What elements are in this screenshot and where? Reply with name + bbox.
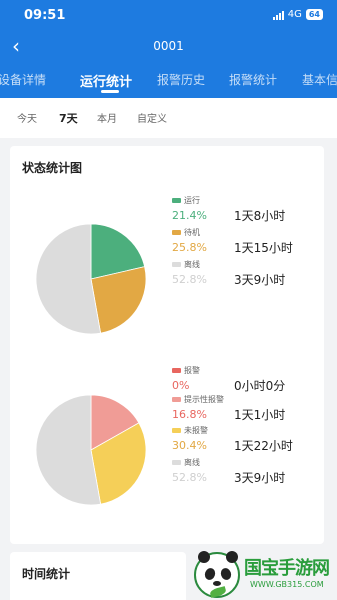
legend-name: 提示性报警 xyxy=(184,395,224,404)
status-indicators: 4G 64 xyxy=(272,9,323,20)
legend-duration: 1天22小时 xyxy=(234,439,293,453)
filter-custom[interactable]: 自定义 xyxy=(137,110,167,125)
legend-swatch-standby xyxy=(172,230,181,235)
battery-icon: 64 xyxy=(305,9,323,20)
active-tab-indicator xyxy=(101,90,119,93)
legend-item-offline: 离线 52.8% 3天9小时 xyxy=(172,260,322,296)
watermark-text: 国宝手游网 xyxy=(244,558,330,579)
legend-name: 待机 xyxy=(184,228,200,237)
panda-logo-icon xyxy=(194,551,240,598)
legend-percent: 0% xyxy=(172,379,190,392)
legend-percent: 25.8% xyxy=(172,241,207,254)
legend-swatch-running xyxy=(172,198,181,203)
tab-run-stats[interactable]: 运行统计 xyxy=(80,71,132,90)
tab-bar: 设备详情 运行统计 报警历史 报警统计 基本信 xyxy=(0,62,337,98)
legend-name: 未报警 xyxy=(184,426,208,435)
pie-slice-2 xyxy=(35,223,102,335)
legend-percent: 52.8% xyxy=(172,471,207,484)
filter-today[interactable]: 今天 xyxy=(17,110,37,125)
time-stats-title: 时间统计 xyxy=(22,567,71,581)
tab-device-details[interactable]: 设备详情 xyxy=(0,71,46,88)
legend-percent: 52.8% xyxy=(172,273,207,286)
watermark-url: WWW.GB315.COM xyxy=(250,580,324,589)
pie-slice-3 xyxy=(35,394,102,506)
alarm-pie-chart xyxy=(35,394,147,506)
legend-percent: 16.8% xyxy=(172,408,207,421)
legend-percent: 21.4% xyxy=(172,209,207,222)
time-stats-card: 时间统计 xyxy=(10,552,186,600)
legend-duration: 1天15小时 xyxy=(234,241,293,255)
legend-name: 离线 xyxy=(184,260,200,269)
legend-swatch-prompt-alarm xyxy=(172,397,181,402)
legend-swatch-offline xyxy=(172,262,181,267)
legend-name: 运行 xyxy=(184,196,200,205)
legend-swatch-no-alarm xyxy=(172,428,181,433)
legend-duration: 3天9小时 xyxy=(234,273,286,287)
legend-duration: 1天1小时 xyxy=(234,408,286,422)
legend-duration: 3天9小时 xyxy=(234,471,286,485)
filter-7-days[interactable]: 7天 xyxy=(59,110,78,126)
tab-alarm-stats[interactable]: 报警统计 xyxy=(229,71,277,88)
legend-duration: 1天8小时 xyxy=(234,209,286,223)
status-time: 09:51 xyxy=(24,8,66,23)
page-title: 0001 xyxy=(153,39,184,53)
tab-basic-info[interactable]: 基本信 xyxy=(302,71,337,88)
legend-duration: 0小时0分 xyxy=(234,379,286,393)
status-bar: 09:51 4G 64 xyxy=(0,0,337,32)
status-chart-card: 状态统计图 运行 21.4% 1天8小时 待机 25.8% 1天15小时 离线 … xyxy=(10,146,324,544)
legend-swatch-alarm xyxy=(172,368,181,373)
status-chart-title: 状态统计图 xyxy=(22,161,83,175)
filter-this-month[interactable]: 本月 xyxy=(97,110,117,125)
legend-name: 报警 xyxy=(184,366,200,375)
watermark-logo: 国宝手游网 WWW.GB315.COM xyxy=(190,548,337,600)
signal-icon xyxy=(272,10,284,20)
legend-percent: 30.4% xyxy=(172,439,207,452)
nav-bar: ‹ 0001 xyxy=(0,32,337,62)
legend-swatch-offline xyxy=(172,460,181,465)
status-pie-chart xyxy=(35,223,147,335)
period-filter-bar: 今天 7天 本月 自定义 xyxy=(0,98,337,138)
legend-name: 离线 xyxy=(184,458,200,467)
network-label: 4G xyxy=(287,9,302,20)
legend-item-offline-2: 离线 52.8% 3天9小时 xyxy=(172,458,322,494)
tab-alarm-history[interactable]: 报警历史 xyxy=(157,71,205,88)
